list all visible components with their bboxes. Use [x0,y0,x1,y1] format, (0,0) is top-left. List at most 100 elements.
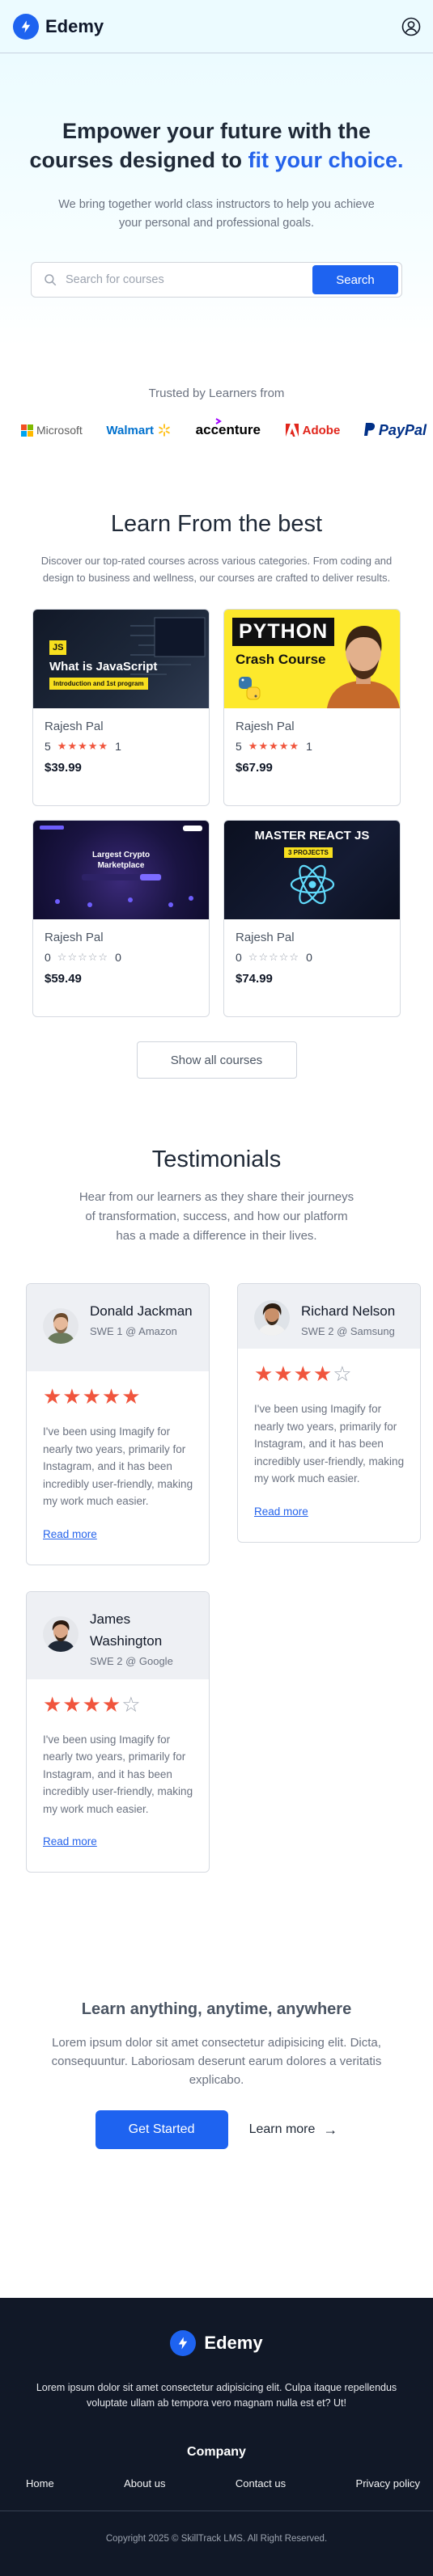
testimonials-section: Testimonials Hear from our learners as t… [0,1079,433,1873]
footer: Edemy Lorem ipsum dolor sit amet consect… [0,2298,433,2576]
testimonial-role: SWE 2 @ Google [90,1654,173,1667]
footer-links: Home About us Contact us Privacy policy [0,2477,433,2489]
course-card[interactable]: Largest Crypto Marketplace Rajesh Pal 0 … [32,820,210,1017]
course-instructor: Rajesh Pal [236,931,295,944]
course-rating: 5 ★★★★★ 1 [45,740,197,753]
course-price: $74.99 [236,972,273,986]
star-rating-icons: ★★★★★ [248,740,300,752]
testimonial-grid: Donald Jackman SWE 1 @ Amazon ★★★★★ I've… [26,1283,433,1873]
testimonial-name: Donald Jackman [90,1303,193,1319]
walmart-logo-text: Walmart [106,423,155,437]
course-thumb-tag: 3 PROJECTS [284,847,333,858]
testimonial-quote: I've been using Imagify for nearly two y… [254,1403,405,1484]
testimonial-card: Donald Jackman SWE 1 @ Amazon ★★★★★ I've… [26,1283,210,1565]
accenture-chevron-icon [215,418,222,424]
testimonial-quote: I've been using Imagify for nearly two y… [43,1425,193,1507]
course-card[interactable]: PYTHON Crash Course Rajesh Pal 5 ★★★★★ 1 [223,609,401,806]
avatar [254,1300,290,1336]
course-thumbnail: PYTHON Crash Course [224,610,400,708]
rating-value: 0 [45,951,51,964]
testimonial-role: SWE 2 @ Samsung [301,1325,395,1337]
star-rating-icons: ★★★★☆ [43,1691,142,1717]
course-price: $39.99 [45,761,82,775]
get-started-button[interactable]: Get Started [95,2110,228,2149]
top-navbar: Edemy [0,0,433,53]
show-all-courses-button[interactable]: Show all courses [136,1041,297,1079]
courses-section: Learn From the best Discover our top-rat… [0,442,433,1079]
microsoft-logo: Microsoft [21,424,83,437]
footer-link-home[interactable]: Home [26,2477,54,2489]
react-logo-icon [290,864,335,905]
footer-link-privacy[interactable]: Privacy policy [356,2477,420,2489]
call-to-action-section: Learn anything, anytime, anywhere Lorem … [0,1873,433,2149]
course-thumb-title: What is JavaScript [49,660,158,674]
adobe-logo: Adobe [285,424,340,437]
rating-count: 0 [115,951,121,964]
course-thumb-title: MASTER REACT JS [254,829,370,842]
trusted-by-section: Trusted by Learners from Microsoft Walma… [0,346,433,442]
star-rating-icons: ☆☆☆☆☆ [57,951,109,963]
hero-title-accent: fit your choice. [248,148,404,172]
read-more-link[interactable]: Read more [43,1835,97,1848]
brand-logo-link[interactable]: Edemy [13,13,104,40]
brand-name: Edemy [45,15,104,36]
walmart-spark-icon [159,424,170,437]
star-rating-icons: ☆☆☆☆☆ [248,951,300,963]
course-thumbnail: JS What is JavaScript Introduction and 1… [33,610,209,708]
search-input[interactable] [66,273,312,286]
testimonial-card: Richard Nelson SWE 2 @ Samsung ★★★★☆ I'v… [237,1283,421,1543]
hero-subtitle: We bring together world class instructor… [58,198,375,230]
microsoft-windows-icon [21,424,33,437]
rating-count: 0 [306,951,312,964]
course-thumbnail: MASTER REACT JS 3 PROJECTS [224,821,400,919]
rating-count: 1 [115,740,121,753]
footer-link-about[interactable]: About us [124,2477,165,2489]
course-thumb-tag: Introduction and 1st program [49,678,148,690]
testimonials-description: Hear from our learners as they share the… [79,1190,354,1243]
course-price: $67.99 [236,761,273,775]
search-icon [43,272,57,287]
accenture-logo: accenture [195,418,261,438]
footer-link-contact[interactable]: Contact us [236,2477,286,2489]
instructor-photo [327,626,400,708]
accenture-logo-text: accenture [195,422,261,437]
star-rating-icons: ★★★★☆ [254,1362,353,1386]
read-more-link[interactable]: Read more [254,1505,308,1518]
courses-description: Discover our top-rated courses across va… [40,555,393,584]
rating-value: 0 [236,951,242,964]
course-instructor: Rajesh Pal [45,720,104,733]
avatar [43,1615,79,1652]
hero-title: Empower your future with the courses des… [19,116,414,175]
course-thumb-tag-text: 3 PROJECTS [288,849,329,856]
course-grid: JS What is JavaScript Introduction and 1… [0,609,433,1017]
microsoft-logo-text: Microsoft [36,424,83,437]
paypal-logo: PayPal [363,422,427,439]
learn-more-link[interactable]: Learn more → [249,2122,338,2139]
crypto-site-graphic [40,826,202,907]
course-rating: 5 ★★★★★ 1 [236,740,388,753]
footer-brand-name: Edemy [204,2333,263,2353]
testimonial-name: Richard Nelson [301,1303,396,1319]
testimonial-card: James Washington SWE 2 @ Google ★★★★☆ I'… [26,1590,210,1873]
rating-count: 1 [306,740,312,753]
course-thumbnail: Largest Crypto Marketplace [33,821,209,919]
course-card[interactable]: MASTER REACT JS 3 PROJECTS Rajesh Pal 0 … [223,820,401,1017]
rating-value: 5 [236,740,242,753]
arrow-right-icon: → [323,2121,338,2138]
footer-company-heading: Company [187,2445,246,2459]
testimonial-role: SWE 1 @ Amazon [90,1325,177,1337]
paypal-p-icon [363,423,376,436]
lightning-bolt-icon [13,13,39,40]
star-rating-icons: ★★★★★ [57,740,109,752]
python-logo-icon [239,677,261,700]
course-card[interactable]: JS What is JavaScript Introduction and 1… [32,609,210,806]
testimonials-title: Testimonials [151,1147,282,1172]
course-rating: 0 ☆☆☆☆☆ 0 [45,951,197,964]
user-account-icon[interactable] [401,16,422,37]
trusted-label: Trusted by Learners from [148,386,285,400]
search-button[interactable]: Search [312,265,398,294]
walmart-logo: Walmart [106,423,172,437]
course-thumb-tag: Crash Course [236,652,326,667]
adobe-a-icon [285,424,299,437]
read-more-link[interactable]: Read more [43,1528,97,1540]
